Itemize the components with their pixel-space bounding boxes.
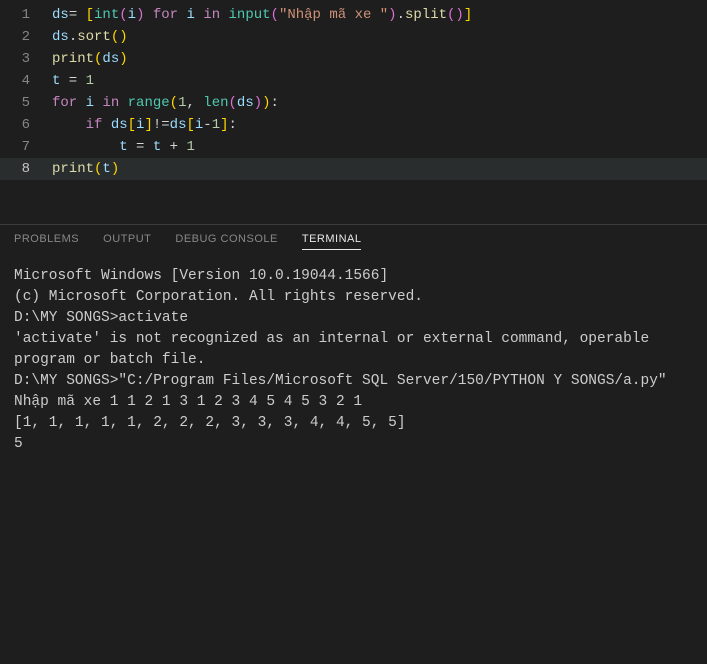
terminal-line: 5 [14, 434, 693, 455]
tab-output[interactable]: OUTPUT [103, 233, 151, 250]
line-number: 2 [0, 26, 40, 48]
code-line[interactable]: 6 if ds[i]!=ds[i-1]: [0, 114, 707, 136]
terminal-output[interactable]: Microsoft Windows [Version 10.0.19044.15… [0, 256, 707, 465]
terminal-line: D:\MY SONGS>"C:/Program Files/Microsoft … [14, 371, 693, 392]
code-content[interactable]: print(ds) [40, 48, 128, 70]
terminal-line: D:\MY SONGS>activate [14, 308, 693, 329]
tab-terminal[interactable]: TERMINAL [302, 233, 362, 250]
code-line[interactable]: 3print(ds) [0, 48, 707, 70]
line-number: 1 [0, 4, 40, 26]
terminal-line: [1, 1, 1, 1, 1, 2, 2, 2, 3, 3, 3, 4, 4, … [14, 413, 693, 434]
tab-problems[interactable]: PROBLEMS [14, 233, 79, 250]
terminal-line: 'activate' is not recognized as an inter… [14, 329, 693, 371]
code-content[interactable]: print(t) [40, 158, 119, 180]
code-line[interactable]: 7 t = t + 1 [0, 136, 707, 158]
code-line[interactable]: 1ds= [int(i) for i in input("Nhập mã xe … [0, 4, 707, 26]
code-line[interactable]: 8print(t) [0, 158, 707, 180]
code-line[interactable]: 4t = 1 [0, 70, 707, 92]
code-line[interactable]: 5for i in range(1, len(ds)): [0, 92, 707, 114]
panel-tabs: PROBLEMS OUTPUT DEBUG CONSOLE TERMINAL [0, 225, 707, 256]
code-line[interactable]: 2ds.sort() [0, 26, 707, 48]
line-number: 3 [0, 48, 40, 70]
terminal-line: (c) Microsoft Corporation. All rights re… [14, 287, 693, 308]
terminal-line: Microsoft Windows [Version 10.0.19044.15… [14, 266, 693, 287]
code-editor[interactable]: 1ds= [int(i) for i in input("Nhập mã xe … [0, 0, 707, 184]
tab-debug-console[interactable]: DEBUG CONSOLE [175, 233, 277, 250]
code-content[interactable]: ds= [int(i) for i in input("Nhập mã xe "… [40, 4, 472, 26]
terminal-line: Nhập mã xe 1 1 2 1 3 1 2 3 4 5 4 5 3 2 1 [14, 392, 693, 413]
line-number: 4 [0, 70, 40, 92]
line-number: 7 [0, 136, 40, 158]
code-content[interactable]: for i in range(1, len(ds)): [40, 92, 279, 114]
line-number: 8 [0, 158, 40, 180]
code-content[interactable]: ds.sort() [40, 26, 128, 48]
line-number: 6 [0, 114, 40, 136]
line-number: 5 [0, 92, 40, 114]
code-content[interactable]: t = 1 [40, 70, 94, 92]
bottom-panel: PROBLEMS OUTPUT DEBUG CONSOLE TERMINAL M… [0, 224, 707, 465]
code-content[interactable]: if ds[i]!=ds[i-1]: [40, 114, 237, 136]
code-content[interactable]: t = t + 1 [40, 136, 195, 158]
